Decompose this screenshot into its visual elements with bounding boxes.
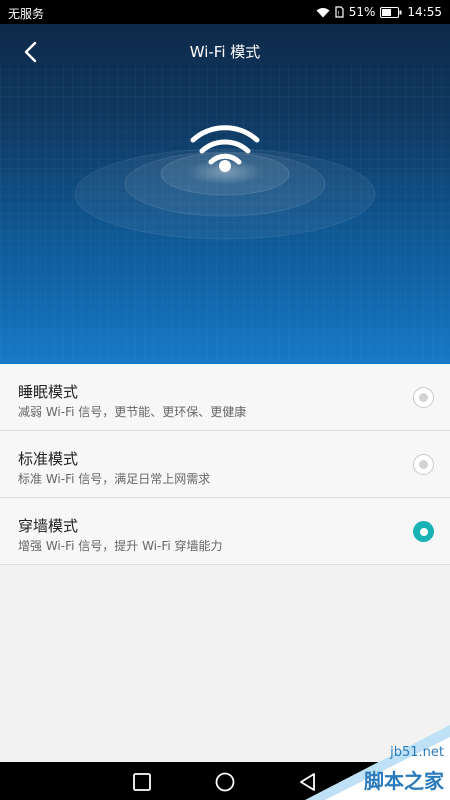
battery-percent: 51% bbox=[348, 5, 376, 19]
watermark-site: jb51.net bbox=[390, 745, 444, 760]
mode-title: 标准模式 bbox=[18, 450, 79, 468]
mode-item-standard[interactable]: 标准模式 标准 Wi-Fi 信号，满足日常上网需求 bbox=[0, 431, 450, 498]
radio-button-sleep[interactable] bbox=[413, 387, 434, 408]
mode-item-wall-penetration[interactable]: 穿墙模式 增强 Wi-Fi 信号，提升 Wi-Fi 穿墙能力 bbox=[0, 498, 450, 565]
svg-text:!: ! bbox=[337, 11, 339, 18]
radio-button-wall-penetration[interactable] bbox=[413, 521, 434, 542]
wifi-icon bbox=[190, 125, 260, 172]
watermark: jb51.net 脚本之家 bbox=[305, 725, 450, 800]
wifi-signal-icon bbox=[316, 7, 330, 18]
carrier-label: 无服务 bbox=[8, 7, 45, 21]
page-title: Wi-Fi 模式 bbox=[189, 43, 261, 61]
status-icons: ! 51% 14:55 bbox=[316, 5, 442, 19]
mode-title: 穿墙模式 bbox=[18, 517, 79, 535]
status-bar: 无服务 ! 51% 14:55 bbox=[0, 0, 450, 24]
wifi-mode-hero: Wi-Fi 模式 bbox=[0, 24, 450, 364]
mode-list: 睡眠模式 减弱 Wi-Fi 信号，更节能、更环保、更健康 标准模式 标准 Wi-… bbox=[0, 364, 450, 565]
mode-description: 减弱 Wi-Fi 信号，更节能、更环保、更健康 bbox=[18, 405, 247, 419]
mode-title: 睡眠模式 bbox=[18, 383, 79, 401]
battery-icon bbox=[380, 6, 402, 18]
mode-description: 标准 Wi-Fi 信号，满足日常上网需求 bbox=[18, 472, 211, 486]
watermark-name: 脚本之家 bbox=[364, 769, 444, 793]
square-icon bbox=[133, 773, 151, 791]
home-button[interactable] bbox=[213, 770, 237, 794]
radio-button-standard[interactable] bbox=[413, 454, 434, 475]
recents-button[interactable] bbox=[130, 770, 154, 794]
sim-icon: ! bbox=[335, 6, 344, 18]
clock-time: 14:55 bbox=[407, 5, 442, 19]
mode-description: 增强 Wi-Fi 信号，提升 Wi-Fi 穿墙能力 bbox=[18, 539, 223, 553]
circle-icon bbox=[215, 772, 235, 792]
mode-item-sleep[interactable]: 睡眠模式 减弱 Wi-Fi 信号，更节能、更环保、更健康 bbox=[0, 364, 450, 431]
